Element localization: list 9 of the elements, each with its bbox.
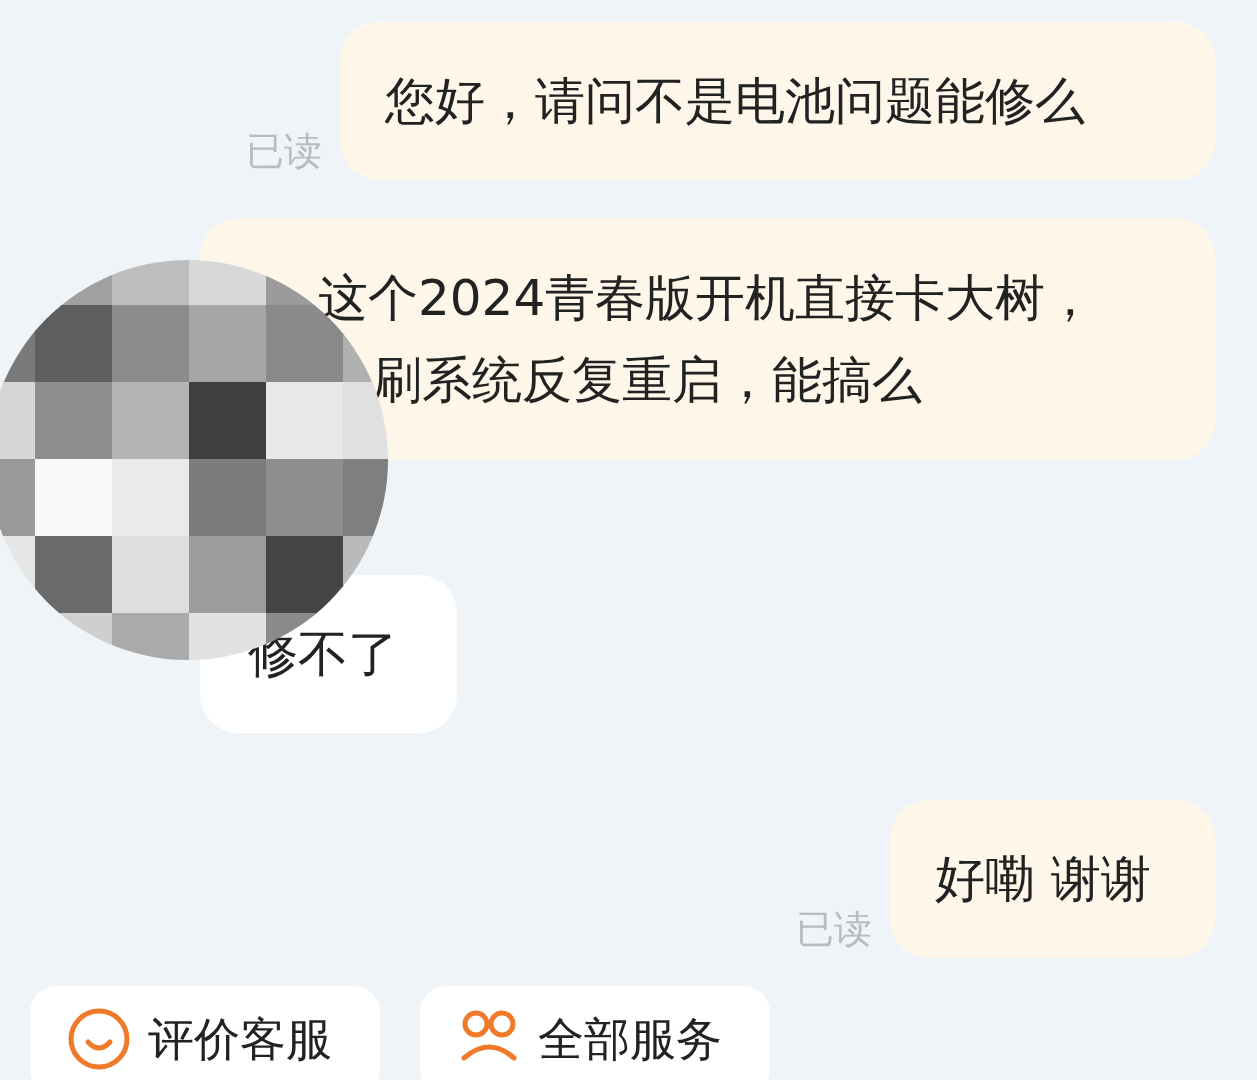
- message-text: 这个2024青春版开机直接卡大树，: [318, 268, 1097, 329]
- message-text: 您好，请问不是电池问题能修么: [385, 71, 1086, 132]
- message-text: 好嘞 谢谢: [935, 849, 1152, 910]
- read-receipt: 已读: [796, 910, 872, 953]
- message-text: 刷系统反复重启，能搞么: [372, 350, 923, 411]
- read-receipt: 已读: [246, 132, 322, 175]
- action-button[interactable]: 评价客服: [30, 986, 380, 1080]
- action-button[interactable]: 全部服务: [420, 986, 770, 1080]
- smiley-icon: [68, 1008, 130, 1070]
